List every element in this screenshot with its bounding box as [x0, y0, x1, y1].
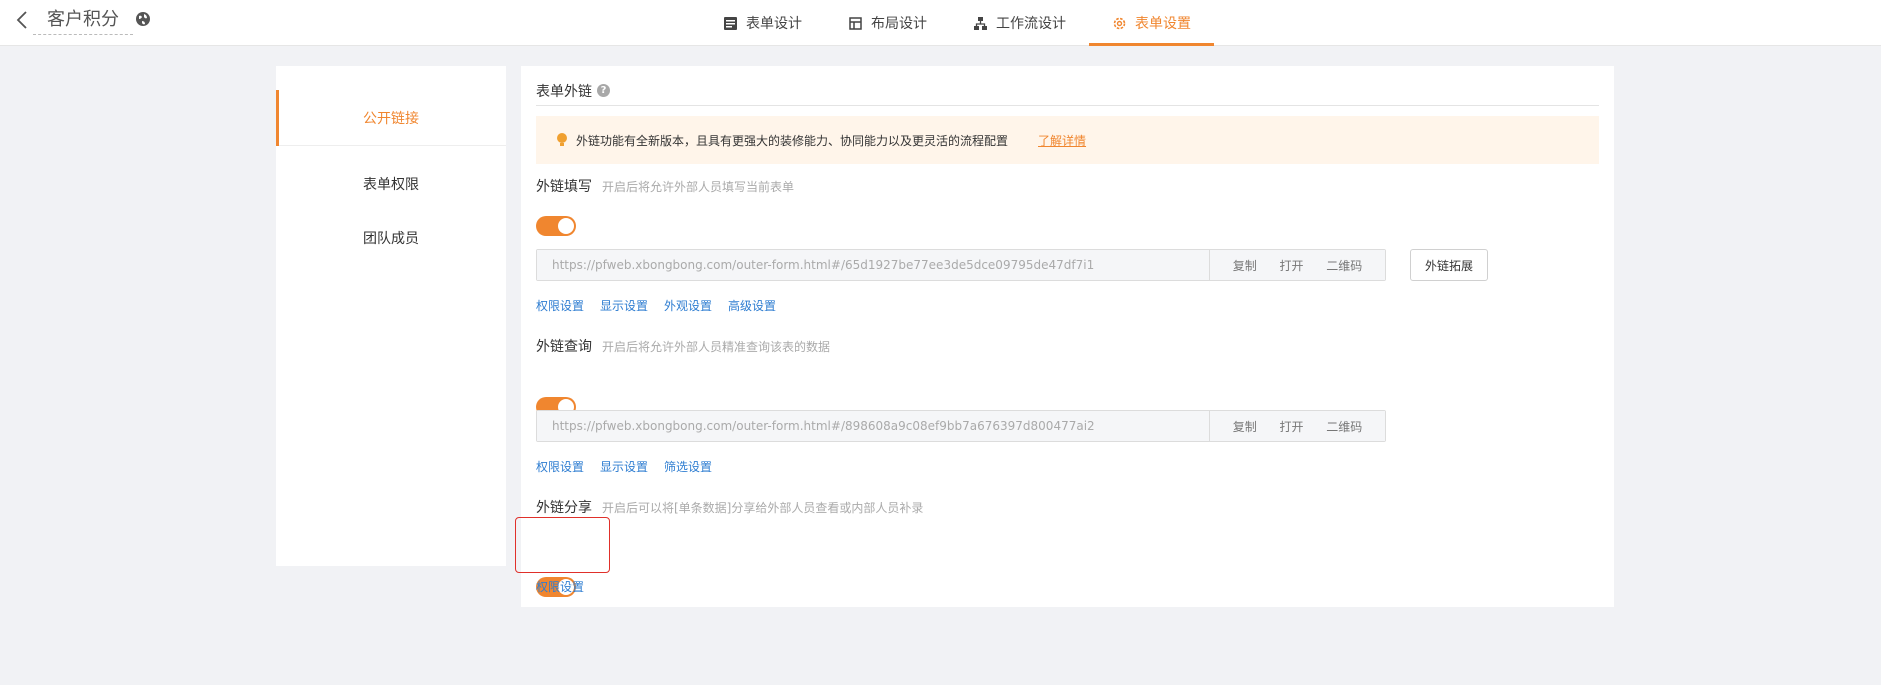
qrcode-button[interactable]: 二维码 — [1326, 418, 1362, 435]
tab-form-settings[interactable]: 表单设置 — [1089, 0, 1214, 46]
query-hint: 开启后将允许外部人员精准查询该表的数据 — [602, 340, 831, 354]
help-icon[interactable]: ? — [597, 84, 610, 97]
app-title[interactable]: 客户积分 — [33, 5, 133, 35]
query-display-link[interactable]: 显示设置 — [600, 458, 648, 475]
layout-icon — [849, 16, 862, 30]
query-url-actions: 复制 打开 二维码 — [1210, 411, 1385, 441]
fill-title: 外链填写 — [536, 179, 592, 195]
share-permission-link[interactable]: 权限设置 — [536, 578, 584, 595]
share-hint: 开启后可以将[单条数据]分享给外部人员查看或内部人员补录 — [602, 501, 924, 515]
tab-workflow-design[interactable]: 工作流设计 — [950, 0, 1089, 46]
fill-url-actions: 复制 打开 二维码 — [1210, 250, 1385, 280]
tab-label: 布局设计 — [871, 16, 927, 32]
section-header: 表单外链 ? — [536, 76, 1599, 106]
fill-url-input[interactable] — [537, 250, 1210, 280]
fill-section-label: 外链填写 开启后将允许外部人员填写当前表单 — [536, 176, 794, 196]
copy-button[interactable]: 复制 — [1233, 257, 1257, 274]
copy-button[interactable]: 复制 — [1233, 418, 1257, 435]
share-toggle-highlight — [515, 517, 610, 573]
notice-text: 外链功能有全新版本，且具有更强大的装修能力、协同能力以及更灵活的流程配置 — [576, 133, 1009, 148]
back-button[interactable] — [12, 9, 32, 31]
lightbulb-icon — [557, 133, 567, 146]
fill-url-box: 复制 打开 二维码 — [536, 249, 1386, 281]
workflow-icon — [974, 16, 987, 30]
share-section-label: 外链分享 开启后可以将[单条数据]分享给外部人员查看或内部人员补录 — [536, 497, 923, 517]
section-title: 表单外链 — [536, 83, 592, 100]
open-button[interactable]: 打开 — [1279, 257, 1303, 274]
tab-layout-design[interactable]: 布局设计 — [825, 0, 950, 46]
chevron-left-icon — [16, 11, 27, 29]
fill-permission-link[interactable]: 权限设置 — [536, 297, 584, 314]
sidebar-item-team-members[interactable]: 团队成员 — [276, 210, 506, 266]
sidebar-item-label: 团队成员 — [363, 231, 419, 247]
query-title: 外链查询 — [536, 339, 592, 355]
query-filter-link[interactable]: 筛选设置 — [664, 458, 712, 475]
sidebar-item-public-link[interactable]: 公开链接 — [276, 66, 506, 146]
share-title: 外链分享 — [536, 500, 592, 516]
learn-more-link[interactable]: 了解详情 — [1038, 132, 1086, 149]
globe-icon[interactable] — [135, 11, 151, 27]
gear-icon — [1113, 17, 1126, 29]
top-bar: 客户积分 表单设计 布局设计 工作流设计 表单设置 — [0, 0, 1881, 46]
sidebar-item-label: 公开链接 — [363, 110, 419, 127]
fill-hint: 开启后将允许外部人员填写当前表单 — [602, 180, 795, 194]
query-links: 权限设置 显示设置 筛选设置 — [536, 458, 712, 475]
form-icon — [724, 16, 737, 30]
tab-label: 工作流设计 — [996, 16, 1066, 32]
open-button[interactable]: 打开 — [1279, 418, 1303, 435]
query-url-input[interactable] — [537, 411, 1210, 441]
link-extend-button[interactable]: 外链拓展 — [1410, 249, 1489, 281]
settings-sidebar: 公开链接 表单权限 团队成员 — [276, 66, 506, 566]
fill-toggle[interactable] — [536, 216, 576, 236]
tab-form-design[interactable]: 表单设计 — [700, 0, 825, 46]
tab-label: 表单设计 — [746, 16, 802, 32]
share-links: 权限设置 — [536, 578, 584, 595]
fill-display-link[interactable]: 显示设置 — [600, 297, 648, 314]
fill-links: 权限设置 显示设置 外观设置 高级设置 — [536, 297, 776, 314]
fill-appearance-link[interactable]: 外观设置 — [664, 297, 712, 314]
query-permission-link[interactable]: 权限设置 — [536, 458, 584, 475]
fill-advanced-link[interactable]: 高级设置 — [728, 297, 776, 314]
query-section-label: 外链查询 开启后将允许外部人员精准查询该表的数据 — [536, 336, 830, 356]
query-url-box: 复制 打开 二维码 — [536, 410, 1386, 442]
tab-label: 表单设置 — [1135, 16, 1191, 32]
sidebar-item-label: 表单权限 — [363, 177, 419, 193]
notice-banner: 外链功能有全新版本，且具有更强大的装修能力、协同能力以及更灵活的流程配置 了解详… — [536, 116, 1599, 164]
qrcode-button[interactable]: 二维码 — [1326, 257, 1362, 274]
sidebar-item-form-permission[interactable]: 表单权限 — [276, 156, 506, 212]
public-link-panel: 表单外链 ? 外链功能有全新版本，且具有更强大的装修能力、协同能力以及更灵活的流… — [515, 66, 1614, 607]
top-nav: 表单设计 布局设计 工作流设计 表单设置 — [700, 0, 1214, 46]
